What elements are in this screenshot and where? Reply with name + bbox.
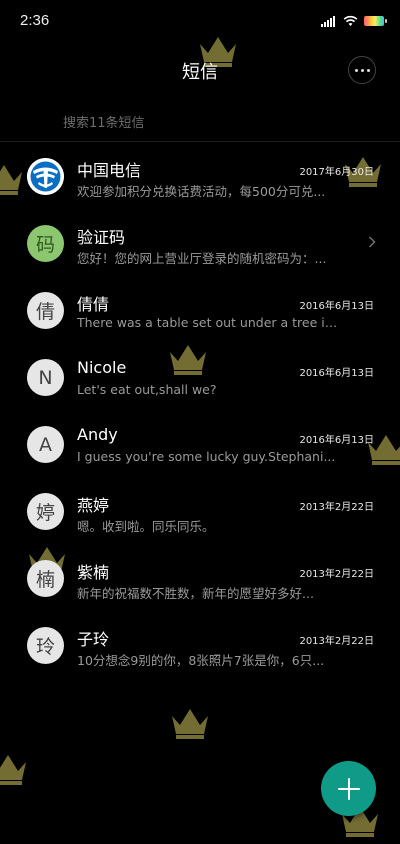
contact-name: Nicole [77,358,127,377]
status-icons [321,14,387,28]
contact-name: 倩倩 [77,295,110,314]
message-date: 2017年6月30日 [299,167,374,178]
crown-decoration-icon [0,752,28,786]
message-date: 2013年2月22日 [299,502,374,513]
chevron-right-icon [368,236,376,248]
message-date: 2016年6月13日 [299,368,374,379]
message-date: 2016年6月13日 [299,435,374,446]
message-date: 2013年2月22日 [299,636,374,647]
contact-name: 中国电信 [77,161,142,180]
signal-icon [321,15,337,27]
battery-icon [364,16,387,26]
contact-name: 燕婷 [77,496,110,515]
page-title: 短信 [182,62,218,83]
conversation-item[interactable]: 码 验证码 您好！您的网上营业厅登录的随机密码为：... [0,210,400,277]
avatar: 码 [27,225,64,262]
contact-name: 验证码 [77,228,126,247]
conversation-item[interactable]: 玲 子玲 2013年2月22日 10分想念9别的你，8张照片7张是你，6只... [0,612,400,679]
message-preview: 欢迎参加积分兑换话费活动，每500分可兑... [77,184,326,199]
avatar: N [27,359,64,396]
conversation-item[interactable]: A Andy 2016年6月13日 I guess you're some lu… [0,411,400,478]
conversation-item[interactable]: 婷 燕婷 2013年2月22日 嗯。收到啦。同乐同乐。 [0,478,400,545]
conversation-list: 中国电信 2017年6月30日 欢迎参加积分兑换话费活动，每500分可兑... … [0,143,400,679]
contact-name: 紫楠 [77,563,110,582]
message-preview: 10分想念9别的你，8张照片7张是你，6只... [77,653,325,668]
avatar: 楠 [27,560,64,597]
message-preview: 新年的祝福数不胜数，新年的愿望好多好... [77,586,314,601]
wifi-icon [343,15,358,27]
avatar: 婷 [27,493,64,530]
avatar: 倩 [27,292,64,329]
contact-name: 子玲 [77,630,110,649]
crown-decoration-icon [170,706,210,740]
conversation-item[interactable]: 中国电信 2017年6月30日 欢迎参加积分兑换话费活动，每500分可兑... [0,143,400,210]
message-preview: I guess you're some lucky guy.Stephani..… [77,449,336,464]
more-icon [354,68,358,72]
status-time: 2:36 [20,12,50,29]
conversation-item[interactable]: 倩 倩倩 2016年6月13日 There was a table set ou… [0,277,400,344]
conversation-item[interactable]: N Nicole 2016年6月13日 Let's eat out,shall … [0,344,400,411]
compose-message-button[interactable] [321,761,376,816]
avatar: 玲 [27,627,64,664]
status-bar: 2:36 [0,0,400,42]
search-bar[interactable]: 搜索11条短信 [0,104,400,142]
message-preview: 您好！您的网上营业厅登录的随机密码为：... [77,251,327,266]
message-preview: There was a table set out under a tree i… [77,315,339,330]
more-options-button[interactable] [348,56,376,84]
conversation-item[interactable]: 楠 紫楠 2013年2月22日 新年的祝福数不胜数，新年的愿望好多好... [0,545,400,612]
contact-name: Andy [77,425,118,444]
message-preview: 嗯。收到啦。同乐同乐。 [77,519,215,534]
message-preview: Let's eat out,shall we? [77,382,217,397]
message-date: 2013年2月22日 [299,569,374,580]
plus-icon [337,777,360,800]
message-date: 2016年6月13日 [299,301,374,312]
search-input[interactable]: 搜索11条短信 [63,112,145,131]
avatar: A [27,426,64,463]
telecom-logo-avatar [27,158,64,195]
